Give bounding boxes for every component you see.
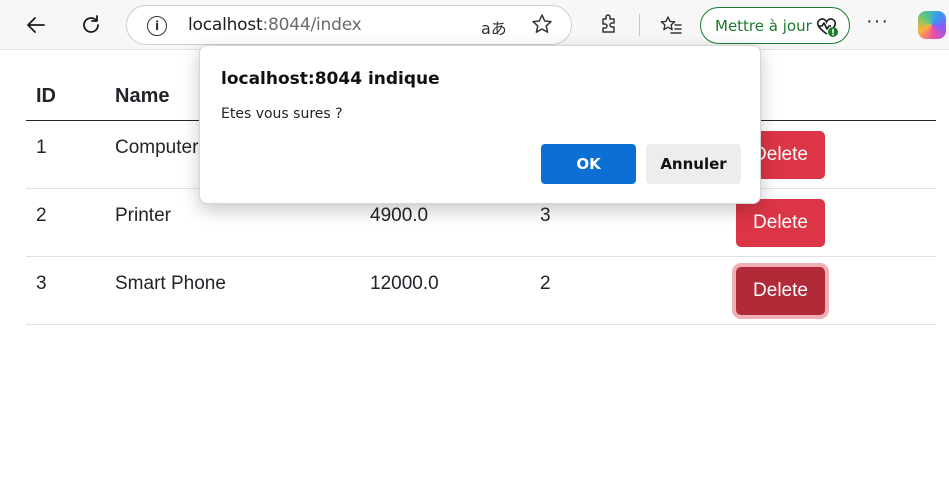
update-browser-button[interactable]: Mettre à jour: [700, 7, 850, 44]
cell-quantity: 2: [540, 273, 551, 294]
cell-id: 3: [36, 273, 47, 294]
cell-name: Printer: [115, 205, 171, 226]
cell-id: 2: [36, 205, 47, 226]
back-button[interactable]: [19, 7, 53, 43]
update-button-label: Mettre à jour: [715, 16, 812, 35]
health-heart-icon: [816, 18, 838, 37]
delete-button[interactable]: Delete: [736, 199, 825, 247]
delete-button[interactable]: Delete: [736, 267, 825, 315]
cell-quantity: 3: [540, 205, 551, 226]
copilot-icon[interactable]: [918, 11, 946, 39]
favorites-list-icon[interactable]: [656, 10, 686, 40]
cell-price: 4900.0: [370, 205, 429, 226]
more-options-icon[interactable]: ···: [866, 10, 889, 33]
url-host: localhost: [188, 15, 263, 35]
cell-name: Smart Phone: [115, 273, 226, 294]
cancel-button[interactable]: Annuler: [646, 144, 741, 184]
cell-id: 1: [36, 137, 47, 158]
site-info-icon[interactable]: i: [147, 16, 167, 36]
cell-name: Computer: [115, 137, 199, 158]
table-row: 3 Smart Phone 12000.0 2 Delete: [26, 257, 936, 325]
header-id: ID: [36, 85, 56, 107]
url-path: :8044/index: [262, 15, 362, 35]
header-name: Name: [115, 85, 170, 107]
extensions-icon[interactable]: [594, 10, 624, 40]
url-text[interactable]: localhost:8044/index: [188, 15, 362, 35]
ok-button[interactable]: OK: [541, 144, 636, 184]
read-aloud-icon[interactable]: aあ: [481, 15, 507, 39]
reload-icon: [83, 15, 99, 33]
address-bar[interactable]: i localhost:8044/index aあ: [126, 5, 572, 45]
favorite-star-icon[interactable]: [531, 13, 553, 41]
confirm-dialog: localhost:8044 indique Etes vous sures ?…: [199, 45, 761, 204]
back-arrow-icon: [27, 17, 45, 33]
browser-toolbar: i localhost:8044/index aあ Mettre à jour …: [0, 0, 949, 50]
cell-price: 12000.0: [370, 273, 439, 294]
dialog-title: localhost:8044 indique: [221, 69, 440, 89]
dialog-message: Etes vous sures ?: [221, 106, 343, 122]
reload-button[interactable]: [74, 7, 108, 43]
toolbar-separator: [639, 14, 640, 36]
